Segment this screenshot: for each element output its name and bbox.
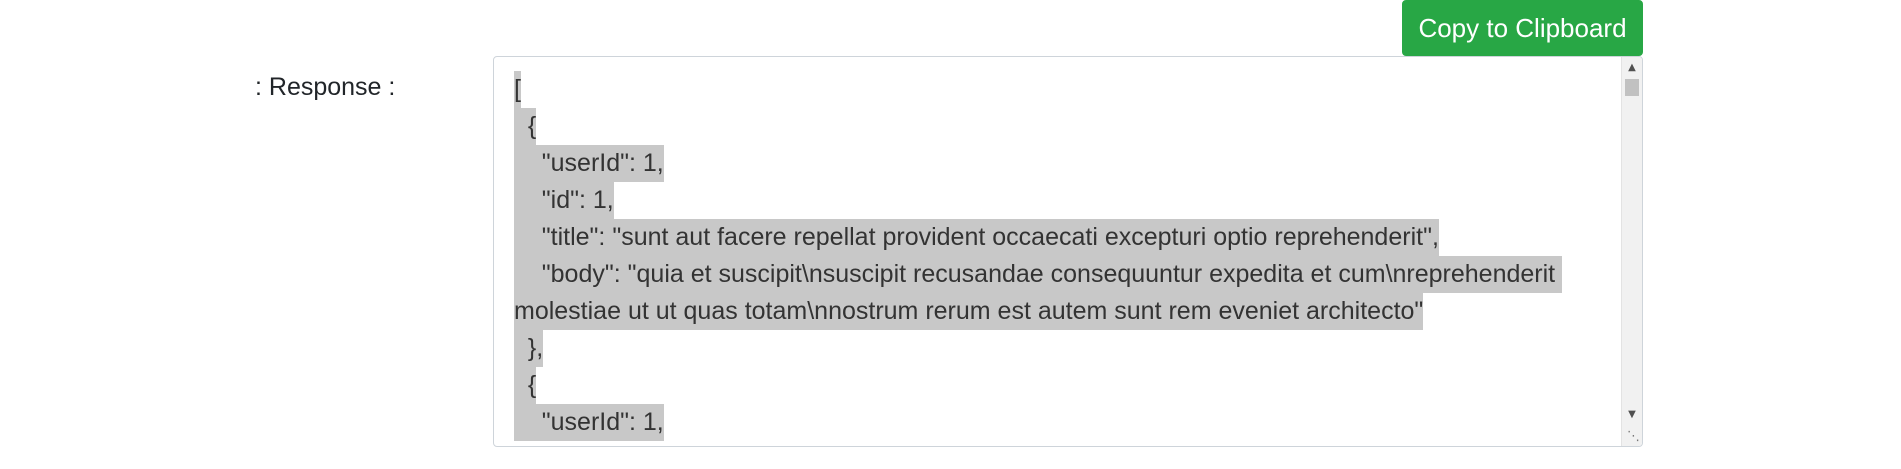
- code-line: "userId": 1,: [514, 145, 1614, 182]
- response-textarea[interactable]: [ { "userId": 1, "id": 1, "title": "sunt…: [493, 56, 1643, 447]
- scrollbar-thumb[interactable]: [1625, 79, 1639, 96]
- selected-text: molestiae ut ut quas totam\nnostrum reru…: [514, 293, 1424, 330]
- selected-text: [: [514, 71, 521, 108]
- selected-text: "userId": 1,: [514, 404, 664, 441]
- vertical-scrollbar[interactable]: ▲ ▼: [1621, 57, 1642, 446]
- selected-text: "body": "quia et suscipit\nsuscipit recu…: [514, 256, 1563, 293]
- code-line: {: [514, 367, 1614, 404]
- code-line: "body": "quia et suscipit\nsuscipit recu…: [514, 256, 1614, 293]
- selected-text: {: [514, 367, 537, 404]
- triangle-down-icon[interactable]: ▼: [1622, 406, 1642, 424]
- code-line: molestiae ut ut quas totam\nnostrum reru…: [514, 293, 1614, 330]
- selected-text: "id": 1,: [514, 182, 614, 219]
- selected-text: },: [514, 330, 544, 367]
- selected-text: {: [514, 108, 537, 145]
- code-line: {: [514, 108, 1614, 145]
- selected-text: "userId": 1,: [514, 145, 664, 182]
- code-line: "userId": 1,: [514, 404, 1614, 441]
- triangle-up-icon[interactable]: ▲: [1622, 59, 1642, 77]
- response-content[interactable]: [ { "userId": 1, "id": 1, "title": "sunt…: [514, 71, 1614, 441]
- code-line: [: [514, 71, 1614, 108]
- selected-text: "title": "sunt aut facere repellat provi…: [514, 219, 1439, 256]
- code-line: "id": 1,: [514, 182, 1614, 219]
- resize-grip-icon[interactable]: ⋱: [1626, 430, 1640, 444]
- code-line: "title": "sunt aut facere repellat provi…: [514, 219, 1614, 256]
- copy-to-clipboard-button[interactable]: Copy to Clipboard: [1402, 0, 1643, 56]
- response-label: : Response :: [255, 73, 396, 101]
- code-line: },: [514, 330, 1614, 367]
